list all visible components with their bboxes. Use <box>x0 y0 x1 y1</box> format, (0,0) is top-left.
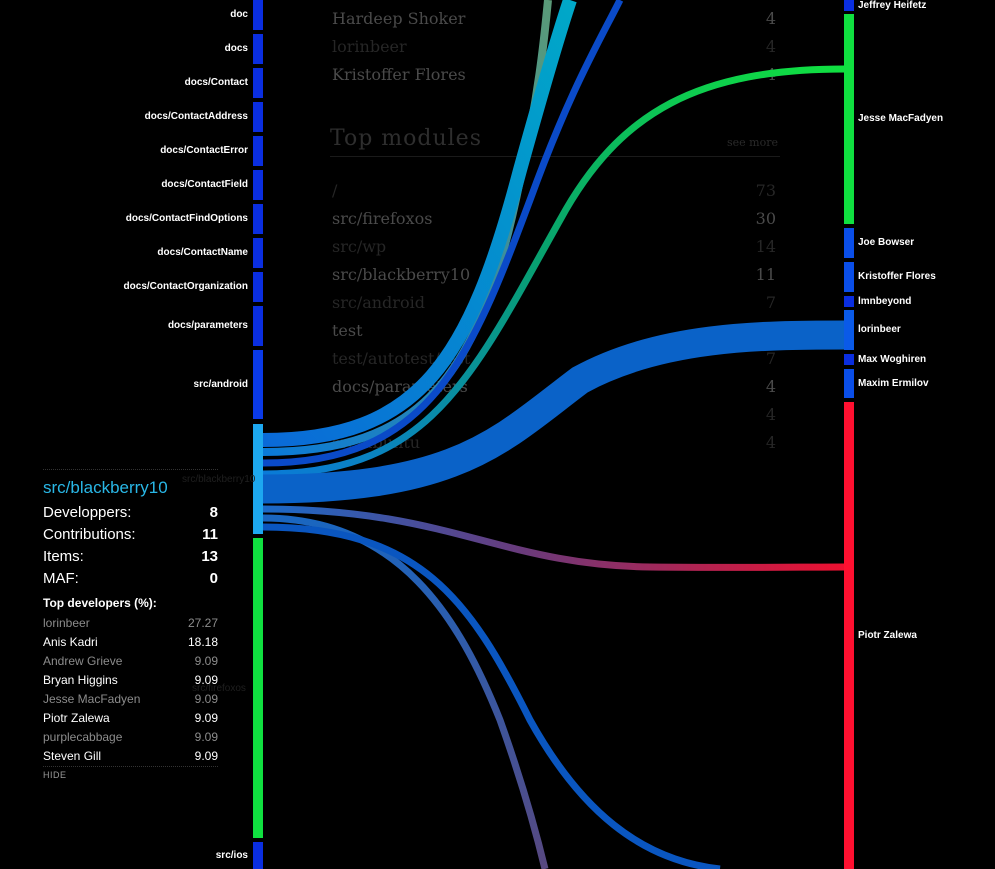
top-developers-list: lorinbeer 27.27 Anis Kadri 18.18 Andrew Grie… <box>43 614 218 766</box>
stat-maf: MAF: 0 <box>43 570 218 587</box>
left-node-label[interactable]: docs <box>48 43 248 54</box>
left-node-label[interactable]: docs/ContactName <box>48 247 248 258</box>
stat-items: Items: 13 <box>43 548 218 565</box>
left-node-label[interactable]: docs/ContactField <box>48 179 248 190</box>
right-node-label[interactable]: Kristoffer Flores <box>858 271 936 282</box>
right-node-bar[interactable] <box>844 0 854 11</box>
left-node-bar[interactable] <box>253 538 263 838</box>
left-node-bar[interactable] <box>253 350 263 419</box>
right-node-bar[interactable] <box>844 354 854 365</box>
right-node-label[interactable]: Max Woghiren <box>858 354 926 365</box>
left-node-label[interactable]: docs/Contact <box>48 77 248 88</box>
top-developers-heading: Top developers (%): <box>43 596 157 610</box>
right-node-bars <box>844 0 854 869</box>
right-node-bar[interactable] <box>844 14 854 224</box>
module-info-panel: src/blackberry10 Developpers: 8 Contribut… <box>43 469 218 780</box>
top-developer-row: Bryan Higgins 9.09 <box>43 673 218 687</box>
left-node-label[interactable]: src/android <box>48 379 248 390</box>
top-developer-row: Andrew Grieve 9.09 <box>43 654 218 668</box>
top-developer-row: Jesse MacFadyen 9.09 <box>43 692 218 706</box>
left-node-label[interactable]: src/ios <box>48 850 248 861</box>
stat-contributions: Contributions: 11 <box>43 526 218 543</box>
left-node-bars <box>253 0 263 869</box>
top-developer-row: Piotr Zalewa 9.09 <box>43 711 218 725</box>
left-node-label[interactable]: docs/ContactAddress <box>48 111 248 122</box>
top-developer-row: Anis Kadri 18.18 <box>43 635 218 649</box>
module-title: src/blackberry10 <box>43 478 168 497</box>
flow-band-to-src-lower-purple[interactable] <box>262 514 549 869</box>
right-node-label[interactable]: lorinbeer <box>858 324 901 335</box>
left-node-bar[interactable] <box>253 136 263 166</box>
left-node-bar[interactable] <box>253 204 263 234</box>
hide-button[interactable]: HIDE <box>43 766 218 780</box>
left-node-label[interactable]: doc <box>48 9 248 20</box>
top-developer-row: purplecabbage 9.09 <box>43 730 218 744</box>
right-node-bar[interactable] <box>844 228 854 258</box>
right-node-bar[interactable] <box>844 310 854 350</box>
left-node-bar[interactable] <box>253 272 263 302</box>
right-node-label[interactable]: lmnbeyond <box>858 296 911 307</box>
top-developer-row: lorinbeer 27.27 <box>43 616 218 630</box>
right-node-bar[interactable] <box>844 402 854 869</box>
left-node-bar[interactable] <box>253 68 263 98</box>
right-node-bar[interactable] <box>844 262 854 292</box>
left-node-label[interactable]: docs/ContactError <box>48 145 248 156</box>
left-node-bar[interactable] <box>253 842 263 869</box>
left-node-bar[interactable] <box>253 306 263 346</box>
left-node-bar[interactable] <box>253 34 263 64</box>
right-node-bar[interactable] <box>844 369 854 398</box>
right-node-label[interactable]: Jesse MacFadyen <box>858 113 943 124</box>
right-node-label[interactable]: Joe Bowser <box>858 237 914 248</box>
left-node-bar[interactable] <box>253 170 263 200</box>
left-node-label[interactable]: docs/ContactFindOptions <box>48 213 248 224</box>
left-node-bar[interactable] <box>253 102 263 132</box>
stat-developers: Developpers: 8 <box>43 504 218 521</box>
left-node-label[interactable]: docs/ContactOrganization <box>48 281 248 292</box>
right-node-label[interactable]: Piotr Zalewa <box>858 630 917 641</box>
top-developer-row: Steven Gill 9.09 <box>43 749 218 763</box>
right-node-bar[interactable] <box>844 296 854 307</box>
right-node-label[interactable]: Jeffrey Heifetz <box>858 0 926 11</box>
left-node-bar[interactable] <box>253 238 263 268</box>
left-node-label[interactable]: docs/parameters <box>48 320 248 331</box>
right-node-label[interactable]: Maxim Ermilov <box>858 378 929 389</box>
left-node-bar[interactable] <box>253 0 263 30</box>
